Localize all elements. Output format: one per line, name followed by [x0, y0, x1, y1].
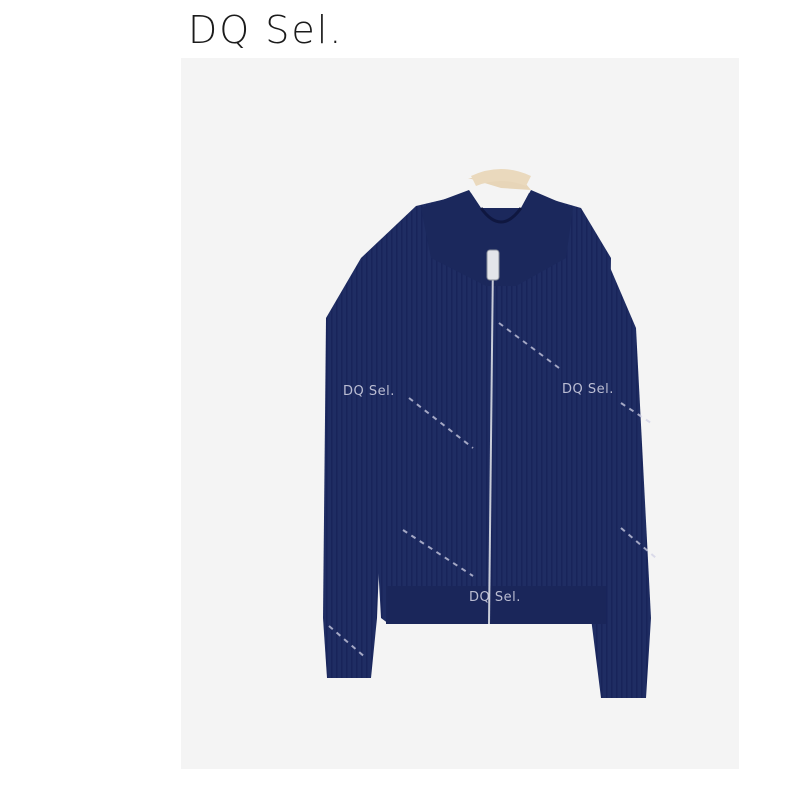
watermark-text: DQ Sel.: [343, 384, 395, 399]
cardigan-illustration: [323, 169, 657, 698]
watermark-text: DQ Sel.: [469, 590, 521, 605]
product-photo: DQ Sel. DQ Sel. DQ Sel.: [181, 58, 739, 769]
watermark-text: DQ Sel.: [562, 382, 614, 397]
brand-logo: DQ Sel.: [188, 8, 344, 52]
zipper-pull-icon: [486, 249, 500, 281]
